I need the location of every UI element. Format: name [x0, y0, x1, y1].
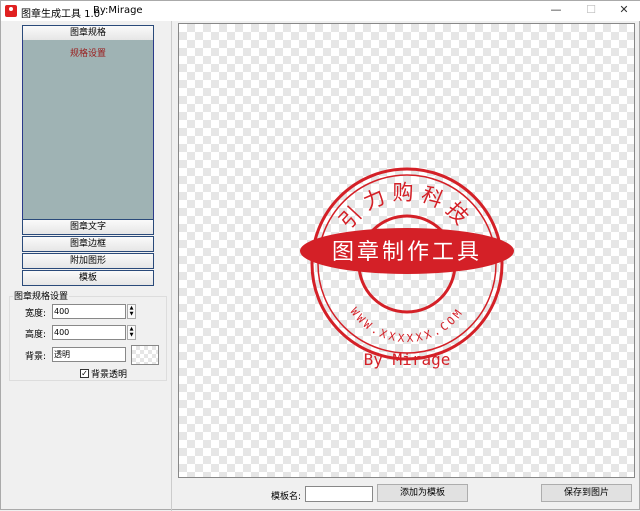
width-input[interactable]: 400	[52, 304, 126, 319]
preview-canvas: 引力购科技 图章制作工具 WWW.XXXXXX.COM By Mirage	[178, 23, 635, 478]
height-label: 高度:	[25, 330, 47, 340]
section-border-button[interactable]: 图章边框	[22, 236, 154, 252]
background-input[interactable]: 透明	[52, 347, 126, 362]
window-title: 图章生成工具 1.0	[21, 9, 101, 20]
maximize-button[interactable]: ☐	[576, 3, 606, 19]
app-icon	[5, 5, 17, 17]
width-label: 宽度:	[25, 309, 47, 319]
checkbox-check-icon[interactable]: ✓	[80, 369, 89, 378]
stamp-band-text: 图章制作工具	[332, 240, 482, 265]
section-text-button[interactable]: 图章文字	[22, 219, 154, 235]
transparent-checkbox-label: 背景透明	[91, 370, 128, 380]
stamp-signature: By Mirage	[364, 350, 451, 369]
add-template-button[interactable]: 添加为模板	[377, 484, 468, 502]
section-spec-button[interactable]: 图章规格	[22, 25, 154, 41]
window-author: By:Mirage	[93, 5, 143, 16]
divider	[171, 21, 172, 511]
height-input[interactable]: 400	[52, 325, 126, 340]
template-name-label: 模板名:	[271, 492, 302, 502]
spec-group-title: 图章规格设置	[13, 289, 70, 302]
spec-panel-title: 规格设置	[69, 49, 106, 59]
width-stepper[interactable]: ▲ ▼	[127, 304, 136, 319]
section-shape-button[interactable]: 附加图形	[22, 253, 154, 269]
section-template-button[interactable]: 模板	[22, 270, 154, 286]
background-label: 背景:	[25, 352, 47, 362]
height-stepper[interactable]: ▲ ▼	[127, 325, 136, 340]
close-button[interactable]: ✕	[609, 3, 639, 19]
stamp-preview: 引力购科技 图章制作工具 WWW.XXXXXX.COM By Mirage	[300, 167, 514, 369]
template-name-input[interactable]	[305, 486, 373, 502]
stamp-top-text: 引力购科技	[335, 180, 478, 233]
minimize-button[interactable]: —	[541, 3, 571, 19]
transparent-checkbox[interactable]: ✓ 背景透明	[80, 367, 127, 380]
background-color-swatch[interactable]	[131, 345, 159, 365]
title-bar: 图章生成工具 1.0 By:Mirage — ☐ ✕	[1, 1, 640, 21]
save-image-button[interactable]: 保存到图片	[541, 484, 632, 502]
spec-panel: 规格设置	[22, 40, 154, 219]
